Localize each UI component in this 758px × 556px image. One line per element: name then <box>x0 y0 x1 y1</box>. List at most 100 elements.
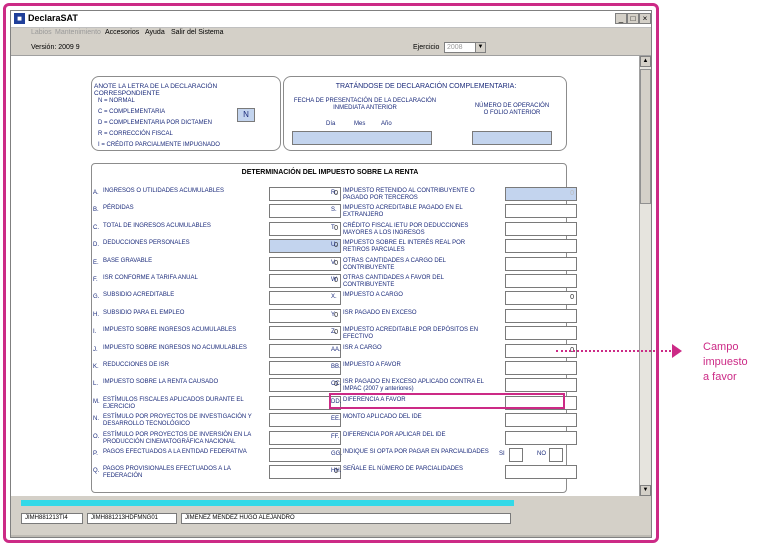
isr-row-input[interactable]: 0 <box>505 291 577 306</box>
menu-salir[interactable]: Salir del Sistema <box>171 29 224 36</box>
isr-row-label: PAGOS PROVISIONALES EFECTUADOS A LA FEDE… <box>103 466 231 480</box>
chevron-down-icon[interactable]: ▼ <box>475 43 485 52</box>
option-impugnado: I = CRÉDITO PARCIALMENTE IMPUGNADO <box>98 142 220 148</box>
isr-row-letter: Y. <box>331 311 336 318</box>
isr-row-label: PAGOS EFECTUADOS A LA ENTIDAD FEDERATIVA <box>103 449 247 455</box>
isr-row-label: IMPUESTO SOBRE INGRESOS NO ACUMULABLES <box>103 344 247 351</box>
name-field: JIMENEZ MENDEZ HUGO ALEJANDRO <box>181 513 511 524</box>
isr-row-input[interactable] <box>505 274 577 288</box>
curp-field: JIMH881213HDFMNG01 <box>87 513 177 524</box>
isr-row-letter: V. <box>331 259 337 266</box>
isr-row-letter: S. <box>331 207 337 214</box>
isr-row-input[interactable] <box>505 308 577 323</box>
isr-row-label: OTRAS CANTIDADES A FAVOR DEL CONTRIBUYEN… <box>343 275 444 288</box>
version-label: Versión: 2009 9 <box>31 44 80 51</box>
declarasat-window: ■ DeclaraSAT _ □ × Labios Mantenimiento … <box>10 10 652 538</box>
isr-title: DETERMINACIÓN DEL IMPUESTO SOBRE LA RENT… <box>241 169 419 176</box>
fecha-label: FECHA DE PRESENTACIÓN DE LA DECLARACIÓN … <box>293 98 437 111</box>
isr-row-label: ISR CONFORME A TARIFA ANUAL <box>103 275 198 281</box>
no-label: NO <box>537 451 546 457</box>
maximize-button[interactable]: □ <box>627 13 639 24</box>
isr-row-label: IMPUESTO ACREDITABLE POR DEPÓSITOS EN EF… <box>343 327 479 341</box>
mes-label: Mes <box>354 121 366 127</box>
option-complementaria: C = COMPLEMENTARIA <box>98 109 166 115</box>
isr-row-letter: O. <box>93 433 100 440</box>
vertical-scrollbar[interactable]: ▲ ▼ <box>639 56 651 496</box>
scroll-down-icon[interactable]: ▼ <box>640 485 651 496</box>
isr-row-letter: F. <box>93 277 98 283</box>
info-bar: Versión: 2009 9 Ejercicio 2008 ▼ <box>11 41 651 56</box>
isr-row-label: ESTÍMULO POR PROYECTOS DE INVESTIGACIÓN … <box>103 414 252 428</box>
impuesto-a-favor-highlight <box>329 393 565 409</box>
isr-row-label: OTRAS CANTIDADES A CARGO DEL CONTRIBUYEN… <box>343 257 446 271</box>
isr-row-input[interactable] <box>505 326 577 341</box>
isr-row-letter: BB. <box>331 364 341 370</box>
close-button[interactable]: × <box>639 13 651 24</box>
isr-row-letter: E. <box>93 259 99 266</box>
minimize-button[interactable]: _ <box>615 13 627 24</box>
fecha-input[interactable] <box>292 131 432 145</box>
menu-bar: Labios Mantenimiento Accesorios Ayuda Sa… <box>11 28 651 40</box>
operacion-label: NÚMERO DE OPERACIÓN O FOLIO ANTERIOR <box>474 103 550 116</box>
form-content: ANOTE LA LETRA DE LA DECLARACIÓN CORRESP… <box>11 56 639 496</box>
isr-row-label: IMPUESTO SOBRE LA RENTA CAUSADO <box>103 379 219 386</box>
isr-row-input[interactable] <box>505 430 577 445</box>
isr-row-label: TOTAL DE INGRESOS ACUMULABLES <box>103 222 211 229</box>
scroll-thumb[interactable] <box>640 69 651 204</box>
si-checkbox[interactable] <box>509 448 523 462</box>
isr-row-input[interactable]: 0 <box>505 187 577 201</box>
callout-text: Campo impuesto a favor <box>703 341 748 383</box>
isr-row-label: MONTO APLICADO DEL IDE <box>343 414 422 421</box>
isr-row-label: DIFERENCIA POR APLICAR DEL IDE <box>343 431 446 438</box>
isr-row-input[interactable] <box>505 204 577 219</box>
isr-row-letter: AA. <box>331 346 341 353</box>
isr-row-label: SUBSIDIO ACREDITABLE <box>103 292 175 299</box>
isr-row-letter: G. <box>93 294 100 301</box>
isr-row-input[interactable] <box>505 221 577 236</box>
isr-row-label: BASE GRAVABLE <box>103 257 153 264</box>
status-area: JIMH881213TI4 JIMH881213HDFMNG01 JIMENEZ… <box>11 497 651 537</box>
ejercicio-label: Ejercicio <box>413 44 440 51</box>
isr-row-letter: EE. <box>331 416 341 423</box>
isr-row-input[interactable] <box>505 361 577 375</box>
isr-row-letter: A. <box>93 190 99 196</box>
isr-row-input[interactable] <box>505 378 577 393</box>
isr-row-letter: K. <box>93 364 99 370</box>
anio-label: Año <box>381 121 392 127</box>
isr-row-letter: B. <box>93 207 99 214</box>
isr-row-letter: N. <box>93 416 99 423</box>
isr-row-letter: HH. <box>331 468 342 475</box>
menu-labios[interactable]: Labios <box>31 29 52 36</box>
isr-row-input[interactable] <box>505 239 577 254</box>
isr-row-input[interactable] <box>505 256 577 271</box>
isr-row-label: ISR A CARGO <box>343 344 382 351</box>
isr-row-letter: U. <box>331 242 337 249</box>
isr-row-label: INGRESOS O UTILIDADES ACUMULABLES <box>103 188 225 194</box>
isr-row-letter: Q. <box>93 468 100 475</box>
declaration-type-input[interactable]: N <box>237 108 255 122</box>
isr-row-letter: W. <box>331 277 338 283</box>
operacion-input[interactable] <box>472 131 552 145</box>
menu-accesorios[interactable]: Accesorios <box>105 29 139 36</box>
scroll-up-icon[interactable]: ▲ <box>640 56 651 67</box>
ejercicio-value: 2008 <box>447 44 463 51</box>
callout-arrow-icon <box>672 344 682 358</box>
isr-row-label: ISR PAGADO EN EXCESO APLICADO CONTRA EL … <box>343 379 484 393</box>
isr-row-label: DEDUCCIONES PERSONALES <box>103 240 190 247</box>
isr-row-letter: CC. <box>331 381 342 388</box>
ejercicio-select[interactable]: 2008 ▼ <box>444 42 486 53</box>
isr-row-letter: R. <box>331 190 337 196</box>
isr-row-letter: FF. <box>331 433 340 440</box>
complementaria-panel: TRATÁNDOSE DE DECLARACIÓN COMPLEMENTARIA… <box>283 76 567 151</box>
menu-mantenimiento[interactable]: Mantenimiento <box>55 29 101 36</box>
no-checkbox[interactable] <box>549 448 563 462</box>
isr-row-letter: J. <box>93 346 98 353</box>
menu-ayuda[interactable]: Ayuda <box>145 29 165 36</box>
isr-row-label: ISR PAGADO EN EXCESO <box>343 309 417 316</box>
title-bar: ■ DeclaraSAT _ □ × <box>11 11 651 28</box>
isr-row-letter: D. <box>93 242 99 249</box>
isr-row-input[interactable] <box>505 413 577 428</box>
isr-row-input[interactable] <box>505 465 577 480</box>
isr-row-letter: L. <box>93 381 99 388</box>
isr-row-label: REDUCCIONES DE ISR <box>103 362 170 368</box>
